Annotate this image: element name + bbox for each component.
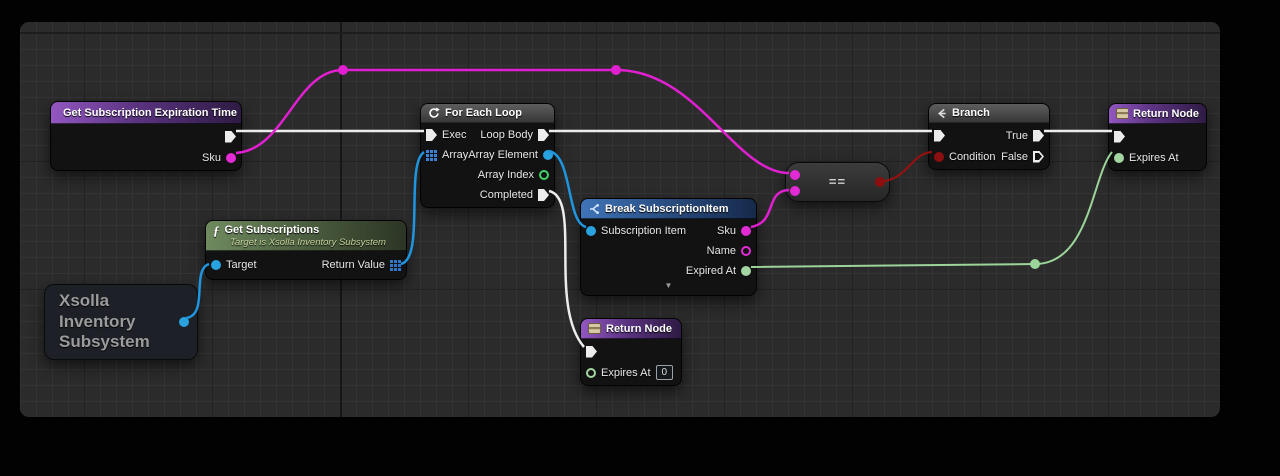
break-struct-icon xyxy=(588,203,600,215)
expires-at-value-input[interactable]: 0 xyxy=(656,365,674,380)
node-title: Return Node xyxy=(606,323,672,335)
pin-name-out[interactable]: Name xyxy=(707,245,751,257)
pin-label: Array Index xyxy=(478,169,534,181)
pin-label: Expires At xyxy=(1129,152,1179,164)
node-header[interactable]: Return Node xyxy=(581,319,681,339)
pin-return-value[interactable]: Return Value xyxy=(322,259,401,271)
collapse-chevron-icon[interactable]: ▼ xyxy=(581,281,756,293)
pin-label: Array Element xyxy=(468,149,538,161)
node-branch[interactable]: Branch True Condition False xyxy=(928,103,1050,170)
pin-label: Target xyxy=(226,259,257,271)
datetime-pin-icon xyxy=(586,368,596,378)
branch-icon xyxy=(936,108,947,119)
string-pin-icon xyxy=(741,226,751,236)
array-pin-icon xyxy=(426,150,437,161)
pin-expires-at[interactable]: Expires At xyxy=(1114,152,1179,164)
pin-exec-in[interactable]: Exec xyxy=(426,129,466,141)
pin-label: Exec xyxy=(442,129,466,141)
operator-label: == xyxy=(786,174,889,189)
pin-label: Return Value xyxy=(322,259,385,271)
object-pin-icon xyxy=(543,150,553,160)
pin-label: Expired At xyxy=(686,265,736,277)
pin-exec-in[interactable] xyxy=(586,346,597,358)
pin-array-element[interactable]: Array Element xyxy=(468,149,553,161)
pin-completed[interactable]: Completed xyxy=(480,189,549,201)
blueprint-editor-window: Get Subscription Expiration Time Sku For… xyxy=(0,0,1280,476)
node-header[interactable]: Branch xyxy=(929,104,1049,123)
pin-label: Name xyxy=(707,245,736,257)
pin-false[interactable]: False xyxy=(1001,151,1044,163)
node-return-top[interactable]: Return Node Expires At xyxy=(1108,103,1207,171)
node-title: For Each Loop xyxy=(445,107,522,119)
string-pin-icon[interactable] xyxy=(790,186,800,196)
pin-label: Expires At xyxy=(601,367,651,379)
pin-label: True xyxy=(1006,130,1028,142)
pin-array-index[interactable]: Array Index xyxy=(478,169,549,181)
bool-pin-icon[interactable] xyxy=(875,177,885,187)
pin-label: Subscription Item xyxy=(601,225,686,237)
node-header[interactable]: Break SubscriptionItem xyxy=(581,199,756,219)
node-break-subscription-item[interactable]: Break SubscriptionItem Subscription Item… xyxy=(580,198,757,296)
pin-label: Completed xyxy=(480,189,533,201)
int-pin-icon xyxy=(539,170,549,180)
object-pin-icon[interactable] xyxy=(179,317,189,327)
exec-out-pin[interactable] xyxy=(225,131,236,143)
node-xsolla-inventory-subsystem[interactable]: Xsolla Inventory Subsystem xyxy=(44,284,198,360)
node-title: Branch xyxy=(952,107,990,119)
node-header[interactable]: Get Subscription Expiration Time xyxy=(51,102,241,124)
pin-loop-body[interactable]: Loop Body xyxy=(480,129,549,141)
node-subtitle: Target is Xsolla Inventory Subsystem xyxy=(206,237,406,251)
pin-target[interactable]: Target xyxy=(211,259,257,271)
pin-condition[interactable]: Condition xyxy=(934,151,995,163)
node-title: Get Subscription Expiration Time xyxy=(63,107,237,119)
string-pin-icon xyxy=(226,153,236,163)
datetime-pin-icon xyxy=(741,266,751,276)
pin-label: Sku xyxy=(202,152,221,164)
function-result-icon xyxy=(588,323,601,334)
pin-label: Loop Body xyxy=(480,129,533,141)
pin-expires-at[interactable]: Expires At 0 xyxy=(586,365,673,380)
pin-true[interactable]: True xyxy=(1006,130,1044,142)
pure-function-icon: ƒ xyxy=(213,224,220,237)
node-header[interactable]: Return Node xyxy=(1109,104,1206,124)
pin-array-in[interactable]: Array xyxy=(426,149,468,161)
node-header-subtitle-band: Target is Xsolla Inventory Subsystem xyxy=(206,237,406,251)
variable-label: Xsolla Inventory Subsystem xyxy=(59,291,171,353)
node-title: Break SubscriptionItem xyxy=(605,203,728,215)
node-header[interactable]: For Each Loop xyxy=(421,104,554,123)
datetime-pin-icon xyxy=(1114,153,1124,163)
string-pin-icon xyxy=(741,246,751,256)
pin-exec-in[interactable] xyxy=(1114,131,1125,143)
object-pin-icon xyxy=(586,226,596,236)
pin-label: Array xyxy=(442,149,468,161)
pin-exec-in[interactable] xyxy=(934,130,945,142)
node-equals-operator[interactable]: == xyxy=(785,162,890,202)
node-for-each-loop[interactable]: For Each Loop Exec Loop Body Array Array… xyxy=(420,103,555,208)
array-pin-icon xyxy=(390,260,401,271)
pin-label: Sku xyxy=(717,225,736,237)
function-result-icon xyxy=(1116,108,1128,119)
loop-icon xyxy=(428,107,440,119)
node-title: Return Node xyxy=(1133,108,1199,120)
pin-sku-out[interactable]: Sku xyxy=(717,225,751,237)
pin-sku-out[interactable]: Sku xyxy=(202,152,236,164)
node-get-subscriptions[interactable]: ƒ Get Subscriptions Target is Xsolla Inv… xyxy=(205,220,407,280)
node-return-bottom[interactable]: Return Node Expires At 0 xyxy=(580,318,682,386)
string-pin-icon[interactable] xyxy=(790,170,800,180)
grid-origin-horizontal xyxy=(20,32,1220,34)
pin-subscription-item[interactable]: Subscription Item xyxy=(586,225,686,237)
pin-label: False xyxy=(1001,151,1028,163)
object-pin-icon xyxy=(211,260,221,270)
node-title: Get Subscriptions xyxy=(225,224,320,236)
node-get-subscription-expiration-time[interactable]: Get Subscription Expiration Time Sku xyxy=(50,101,242,171)
bool-pin-icon xyxy=(934,152,944,162)
pin-label: Condition xyxy=(949,151,995,163)
pin-expired-at-out[interactable]: Expired At xyxy=(686,265,751,277)
